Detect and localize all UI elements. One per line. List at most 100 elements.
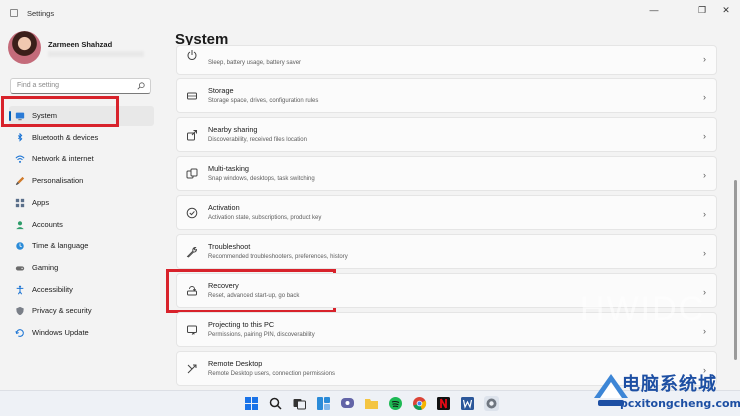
sidebar-item-accounts[interactable]: Accounts bbox=[9, 215, 154, 235]
card-subtitle: Remote Desktop users, connection permiss… bbox=[208, 371, 336, 377]
card-subtitle: Sleep, battery usage, battery saver bbox=[208, 60, 302, 66]
sidebar-item-system[interactable]: System bbox=[9, 106, 154, 126]
chevron-right-icon: › bbox=[703, 54, 706, 64]
sidebar-item-label: Network & internet bbox=[32, 154, 94, 164]
brush-icon bbox=[15, 176, 25, 186]
bluetooth-icon bbox=[17, 132, 23, 142]
widgets-icon[interactable] bbox=[316, 396, 331, 411]
wifi-icon bbox=[15, 155, 25, 164]
chat-icon[interactable] bbox=[340, 396, 355, 411]
watermark: HWIDC bbox=[580, 290, 706, 328]
search-icon bbox=[137, 82, 145, 90]
recovery-icon bbox=[187, 286, 197, 296]
spotify-icon[interactable] bbox=[388, 396, 403, 411]
profile-email-blurred bbox=[48, 51, 144, 57]
settings-card-nearby-sharing[interactable]: Nearby sharing Discoverability, received … bbox=[176, 117, 717, 152]
card-title: Projecting to this PC bbox=[208, 320, 275, 329]
sidebar-item-gaming[interactable]: Gaming bbox=[9, 258, 154, 278]
shield-icon bbox=[16, 307, 24, 316]
card-title: Troubleshoot bbox=[208, 242, 251, 251]
accessibility-icon bbox=[16, 285, 24, 295]
task-view-icon[interactable] bbox=[292, 396, 307, 411]
active-indicator bbox=[9, 111, 11, 121]
chrome-icon[interactable] bbox=[412, 396, 427, 411]
sidebar-item-label: Personalisation bbox=[32, 176, 84, 186]
card-title: Remote Desktop bbox=[208, 359, 263, 368]
scrollbar[interactable] bbox=[734, 50, 737, 386]
account-icon bbox=[16, 220, 24, 229]
sidebar-item-label: Windows Update bbox=[32, 328, 89, 337]
card-subtitle: Reset, advanced start-up, go back bbox=[208, 293, 300, 299]
sidebar-item-network-internet[interactable]: Network & internet bbox=[9, 149, 154, 169]
power-icon bbox=[187, 50, 197, 60]
gamepad-icon bbox=[15, 266, 25, 271]
monitor-icon bbox=[15, 112, 25, 121]
search-icon[interactable] bbox=[268, 396, 283, 411]
title-bar: Settings — ❐ ✕ bbox=[0, 0, 740, 28]
brand-url: pcxitongcheng.com bbox=[620, 397, 740, 410]
card-subtitle: Activation state, subscriptions, product… bbox=[208, 215, 322, 221]
storage-icon bbox=[187, 92, 197, 100]
projector-icon bbox=[187, 325, 197, 335]
sidebar-item-label: Apps bbox=[32, 197, 50, 207]
settings-card-troubleshoot[interactable]: Troubleshoot Recommended troubleshooters,… bbox=[176, 234, 717, 269]
netflix-icon[interactable] bbox=[436, 396, 451, 411]
remote-desktop-icon bbox=[187, 364, 197, 374]
share-icon bbox=[187, 130, 197, 141]
sidebar-item-label: Privacy & security bbox=[32, 306, 92, 316]
chevron-right-icon: › bbox=[703, 92, 706, 102]
settings-card-power-battery[interactable]: Sleep, battery usage, battery saver › bbox=[176, 45, 717, 75]
window-title: Settings bbox=[27, 9, 55, 18]
update-icon bbox=[15, 329, 24, 337]
card-subtitle: Recommended troubleshooters, preferences… bbox=[208, 254, 348, 260]
card-subtitle: Storage space, drives, configuration rul… bbox=[208, 98, 319, 104]
file-explorer-icon[interactable] bbox=[364, 396, 379, 411]
close-button[interactable]: ✕ bbox=[712, 2, 740, 18]
card-subtitle: Snap windows, desktops, task switching bbox=[208, 176, 315, 182]
wrench-icon bbox=[186, 247, 197, 258]
sidebar-item-label: System bbox=[32, 111, 58, 120]
sidebar-item-accessibility[interactable]: Accessibility bbox=[9, 280, 154, 300]
globe-clock-icon bbox=[16, 242, 24, 250]
minimize-button[interactable]: — bbox=[640, 2, 668, 18]
profile-name: Zarmeen Shahzad bbox=[48, 40, 113, 49]
settings-card-multi-tasking[interactable]: Multi-tasking Snap windows, desktops, tas… bbox=[176, 156, 717, 191]
card-title: Recovery bbox=[208, 281, 239, 290]
search-input[interactable]: Find a setting bbox=[10, 78, 151, 94]
settings-card-storage[interactable]: Storage Storage space, drives, configurat… bbox=[176, 78, 717, 113]
chevron-right-icon: › bbox=[703, 209, 706, 219]
card-subtitle: Permissions, pairing PIN, discoverabilit… bbox=[208, 332, 315, 338]
chevron-right-icon: › bbox=[703, 170, 706, 180]
card-title: Nearby sharing bbox=[208, 125, 258, 134]
sidebar-item-label: Gaming bbox=[32, 262, 59, 272]
card-title: Storage bbox=[208, 86, 234, 95]
scrollbar-thumb[interactable] bbox=[734, 180, 737, 360]
settings-icon[interactable] bbox=[484, 396, 499, 411]
multitask-icon bbox=[186, 168, 198, 179]
chevron-right-icon: › bbox=[703, 131, 706, 141]
sidebar-item-personalisation[interactable]: Personalisation bbox=[9, 171, 154, 191]
search-placeholder: Find a setting bbox=[17, 82, 60, 89]
sidebar-item-windows-update[interactable]: Windows Update bbox=[9, 323, 154, 343]
sidebar-item-label: Accessibility bbox=[32, 284, 73, 294]
sidebar-item-time-language[interactable]: Time & language bbox=[9, 236, 154, 256]
sidebar-item-privacy-security[interactable]: Privacy & security bbox=[9, 301, 154, 321]
brand-chinese-name: 电脑系统城 bbox=[622, 374, 717, 394]
card-title: Activation bbox=[208, 203, 240, 212]
apps-icon bbox=[15, 198, 25, 207]
windows-start-icon[interactable] bbox=[244, 396, 259, 411]
chevron-right-icon: › bbox=[703, 248, 706, 258]
word-icon[interactable] bbox=[460, 396, 475, 411]
sidebar-item-bluetooth-devices[interactable]: Bluetooth & devices bbox=[9, 128, 154, 148]
check-circle-icon bbox=[186, 207, 198, 219]
user-profile[interactable]: Zarmeen Shahzad bbox=[8, 31, 144, 64]
settings-app-icon bbox=[10, 9, 18, 17]
sidebar-item-apps[interactable]: Apps bbox=[9, 193, 154, 213]
card-subtitle: Discoverability, received files location bbox=[208, 137, 307, 143]
sidebar-item-label: Accounts bbox=[32, 219, 63, 229]
sidebar-item-label: Bluetooth & devices bbox=[32, 132, 99, 142]
card-title: Multi-tasking bbox=[208, 164, 249, 173]
sidebar-item-label: Time & language bbox=[32, 241, 89, 251]
settings-card-activation[interactable]: Activation Activation state, subscription… bbox=[176, 195, 717, 230]
avatar[interactable] bbox=[8, 31, 41, 64]
